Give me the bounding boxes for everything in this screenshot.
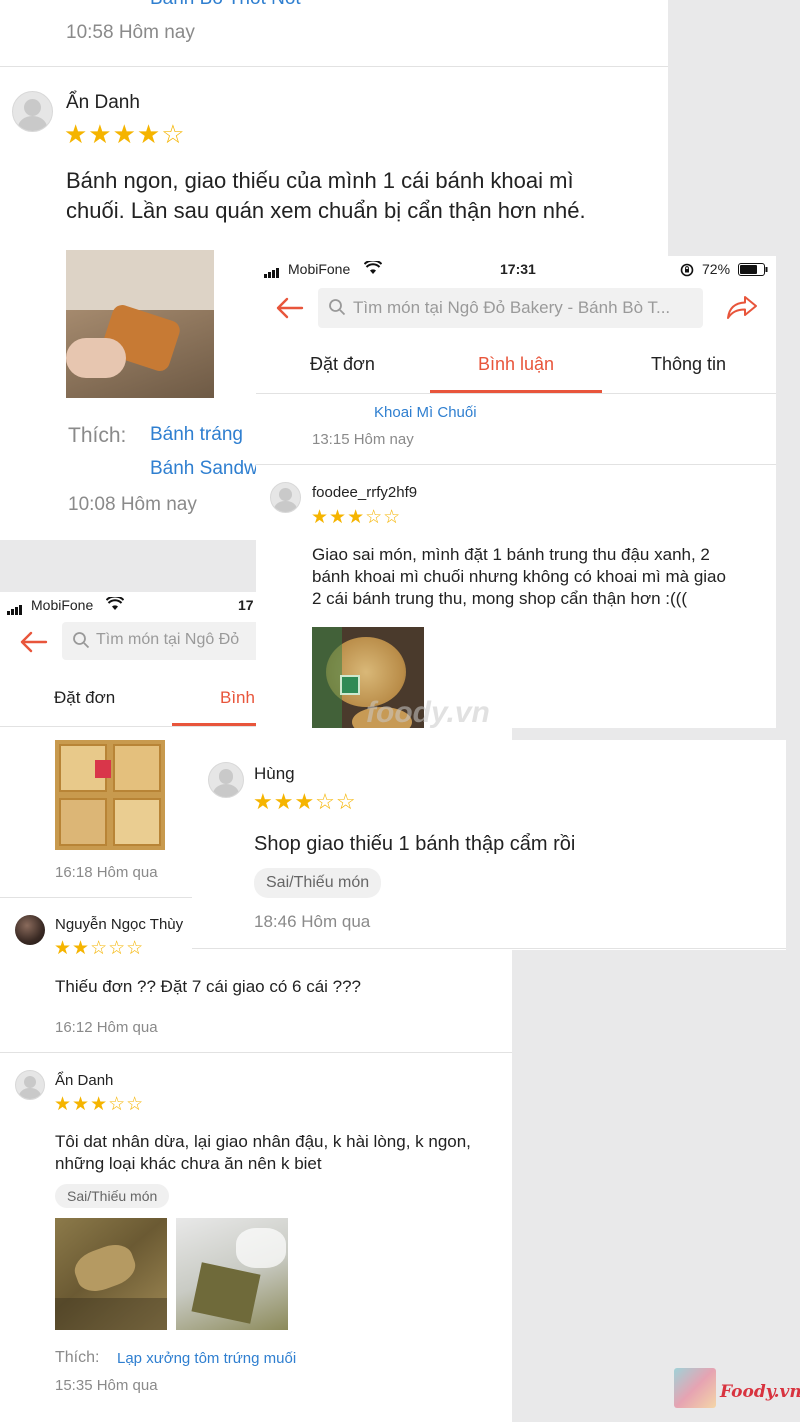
search-icon [328, 298, 346, 321]
rating-stars: ★★★★☆ [64, 119, 186, 149]
liked-dish-link[interactable]: Bánh tráng [150, 424, 243, 446]
review-time: 10:58 Hôm nay [66, 22, 195, 43]
review-time: 10:08 Hôm nay [68, 494, 197, 515]
review-photo[interactable] [176, 1218, 288, 1330]
divider [0, 1052, 512, 1053]
divider [256, 393, 776, 394]
rating-stars: ★★★☆☆ [54, 1094, 145, 1115]
review-time: 16:18 Hôm qua [55, 864, 158, 881]
reviewer-name[interactable]: Nguyễn Ngọc Thùy [55, 916, 183, 933]
reviewer-name[interactable]: Ẩn Danh [66, 92, 140, 114]
screenshot-panel-c: Hùng ★★★☆☆ Shop giao thiếu 1 bánh thập c… [192, 740, 786, 950]
search-placeholder: Tìm món tại Ngô Đỏ Bakery - Bánh Bò T... [353, 298, 671, 317]
review-photo[interactable] [55, 740, 165, 850]
review-photo[interactable] [312, 627, 424, 728]
tab-info[interactable]: Thông tin [651, 354, 726, 375]
review-text: 2 cái bánh trung thu, mong shop cẩn thận… [312, 589, 687, 608]
reviewer-name[interactable]: Ẩn Danh [55, 1072, 113, 1089]
rotation-lock-icon [680, 263, 694, 282]
avatar[interactable] [12, 91, 53, 132]
divider [0, 66, 668, 67]
share-icon[interactable] [726, 294, 758, 325]
review-text: Shop giao thiếu 1 bánh thập cẩm rồi [254, 833, 576, 855]
battery-percent: 72% [702, 261, 731, 277]
avatar[interactable] [270, 482, 301, 513]
review-time: 13:15 Hôm nay [312, 431, 414, 448]
carrier-name: MobiFone [288, 261, 351, 277]
avatar[interactable] [15, 915, 45, 945]
issue-tag[interactable]: Sai/Thiếu món [254, 868, 382, 898]
signal-icon [7, 602, 25, 615]
liked-dish-link[interactable]: Bánh Sandw [150, 458, 258, 480]
reviewer-name[interactable]: foodee_rrfy2hf9 [312, 484, 417, 501]
like-label: Thích: [68, 424, 127, 447]
tab-order[interactable]: Đặt đơn [310, 354, 375, 375]
logo-thumbnail [674, 1368, 716, 1408]
tab-order[interactable]: Đặt đơn [54, 688, 115, 708]
dish-link[interactable]: Khoai Mì Chuối [374, 404, 477, 421]
divider [192, 948, 786, 949]
wifi-icon [363, 259, 383, 280]
review-time: 18:46 Hôm qua [254, 912, 371, 931]
divider [256, 464, 776, 465]
screenshot-panel-b: MobiFone 17:31 72% Tìm món tại Ngô Đỏ Ba… [256, 256, 776, 728]
review-photo[interactable] [66, 250, 214, 398]
search-input[interactable]: Tìm món tại Ngô Đỏ [62, 622, 262, 660]
search-icon [72, 631, 90, 654]
clock: 17:31 [500, 261, 536, 277]
tab-comments[interactable]: Bình [220, 688, 255, 708]
signal-icon [264, 265, 282, 283]
dish-link[interactable]: Bánh Bò Thốt Nốt [150, 0, 301, 10]
avatar[interactable] [208, 762, 244, 798]
rating-stars: ★★★☆☆ [311, 507, 402, 528]
clock: 17 [238, 597, 254, 613]
back-arrow-icon[interactable] [18, 630, 48, 659]
reviewer-name[interactable]: Hùng [254, 764, 295, 784]
search-input[interactable]: Tìm món tại Ngô Đỏ Bakery - Bánh Bò T... [318, 288, 703, 328]
liked-dish-link[interactable]: Lạp xưởng tôm trứng muối [117, 1350, 296, 1367]
review-text: chuối. Lần sau quán xem chuẩn bị cẩn thậ… [66, 198, 586, 223]
like-label: Thích: [55, 1349, 100, 1366]
carrier-name: MobiFone [31, 597, 94, 613]
review-photo[interactable] [55, 1218, 167, 1330]
rating-stars: ★★★☆☆ [253, 789, 357, 814]
review-text: Thiếu đơn ?? Đặt 7 cái giao có 6 cái ??? [55, 977, 362, 996]
review-text: những loại khác chưa ăn nên k biet [55, 1154, 322, 1173]
tab-comments[interactable]: Bình luận [478, 354, 554, 375]
search-placeholder: Tìm món tại Ngô Đỏ [96, 631, 240, 648]
review-time: 16:12 Hôm qua [55, 1019, 158, 1036]
review-text: Tôi dat nhân dừa, lại giao nhân đậu, k h… [55, 1132, 471, 1151]
review-text: Giao sai món, mình đặt 1 bánh trung thu … [312, 545, 710, 564]
back-arrow-icon[interactable] [274, 296, 304, 325]
review-time: 15:35 Hôm qua [55, 1377, 158, 1394]
review-text: Bánh ngon, giao thiếu của mình 1 cái bán… [66, 168, 574, 193]
avatar[interactable] [15, 1070, 45, 1100]
issue-tag[interactable]: Sai/Thiếu món [55, 1184, 170, 1208]
wifi-icon [105, 595, 125, 616]
review-text: bánh khoai mì chuối nhưng không có khoai… [312, 567, 726, 586]
rating-stars: ★★☆☆☆ [54, 938, 145, 959]
foody-logo: Foody.vn [674, 1368, 800, 1412]
battery-icon [738, 263, 768, 281]
logo-text: Foody.vn [720, 1382, 800, 1402]
